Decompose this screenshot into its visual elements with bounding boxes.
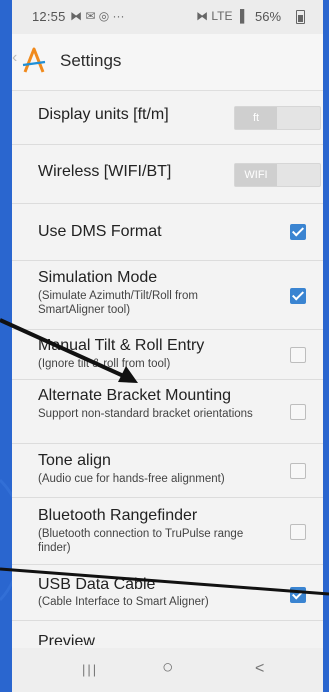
battery-percent: 56%: [255, 9, 282, 24]
status-time: 12:55: [32, 9, 66, 24]
setting-description: (Simulate Azimuth/Tilt/Roll from SmartAl…: [38, 290, 198, 316]
app-bar: ‹ Settings: [12, 34, 323, 91]
back-chevron-icon[interactable]: ‹: [12, 49, 17, 67]
setting-dms-format[interactable]: Use DMS Format: [12, 204, 323, 261]
wireless-toggle-selected: WIFI: [235, 164, 277, 186]
setting-wireless[interactable]: Wireless [WIFI/BT] WIFI: [12, 145, 323, 204]
setting-label: Manual Tilt & Roll Entry: [38, 337, 205, 354]
units-toggle[interactable]: ft: [234, 106, 321, 130]
setting-simulation-mode[interactable]: Simulation Mode (Simulate Azimuth/Tilt/R…: [12, 261, 323, 330]
setting-description: (Cable Interface to Smart Aligner): [38, 596, 209, 608]
wireless-toggle[interactable]: WIFI: [234, 163, 321, 187]
setting-label: Tone align: [38, 452, 111, 469]
setting-label: Wireless [WIFI/BT]: [38, 163, 172, 180]
dms-checkbox[interactable]: [290, 224, 306, 240]
back-icon[interactable]: <: [255, 660, 264, 678]
setting-preview[interactable]: Preview: [12, 621, 323, 645]
setting-label: Simulation Mode: [38, 269, 158, 286]
tone-align-checkbox[interactable]: [290, 463, 306, 479]
page-title: Settings: [60, 51, 122, 70]
setting-description: Support non-standard bracket orientation…: [38, 408, 253, 420]
status-bar: 12:55 ⧓ ✉ ◎ ··· ⧓ LTE ▐ 56%: [12, 0, 323, 34]
alternate-bracket-checkbox[interactable]: [290, 404, 306, 420]
setting-display-units[interactable]: Display units [ft/m] ft: [12, 91, 323, 145]
setting-label: Use DMS Format: [38, 223, 162, 240]
settings-list: Display units [ft/m] ft Wireless [WIFI/B…: [12, 91, 323, 645]
system-nav-bar: ||| ○ <: [12, 648, 323, 692]
setting-label: Alternate Bracket Mounting: [38, 387, 231, 404]
setting-label: USB Data Cable: [38, 576, 156, 593]
phone-screen: 12:55 ⧓ ✉ ◎ ··· ⧓ LTE ▐ 56% ‹ Settings D…: [12, 0, 323, 692]
simulation-checkbox[interactable]: [290, 288, 306, 304]
bluetooth-rangefinder-checkbox[interactable]: [290, 524, 306, 540]
manual-tilt-checkbox[interactable]: [290, 347, 306, 363]
setting-manual-tilt[interactable]: Manual Tilt & Roll Entry (Ignore tilt & …: [12, 330, 323, 380]
setting-tone-align[interactable]: Tone align (Audio cue for hands-free ali…: [12, 444, 323, 498]
home-icon[interactable]: ○: [162, 657, 173, 679]
battery-icon: [296, 10, 305, 24]
units-toggle-selected: ft: [235, 107, 277, 129]
setting-label: Bluetooth Rangefinder: [38, 507, 198, 524]
signal-icons: ⧓ LTE ▐: [196, 9, 245, 23]
setting-label: Display units [ft/m]: [38, 106, 169, 123]
setting-alternate-bracket[interactable]: Alternate Bracket Mounting Support non-s…: [12, 380, 323, 444]
recents-icon[interactable]: |||: [82, 662, 98, 677]
notification-icons: ⧓ ✉ ◎ ···: [70, 9, 125, 23]
setting-bluetooth-rangefinder[interactable]: Bluetooth Rangefinder (Bluetooth connect…: [12, 498, 323, 565]
usb-cable-checkbox[interactable]: [290, 587, 306, 603]
setting-description: (Bluetooth connection to TruPulse range …: [38, 528, 244, 554]
setting-usb-data-cable[interactable]: USB Data Cable (Cable Interface to Smart…: [12, 565, 323, 621]
app-logo-icon: [22, 47, 46, 73]
setting-description: (Ignore tilt & roll from tool): [38, 358, 171, 370]
setting-label: Preview: [38, 633, 95, 645]
setting-description: (Audio cue for hands-free alignment): [38, 473, 225, 485]
